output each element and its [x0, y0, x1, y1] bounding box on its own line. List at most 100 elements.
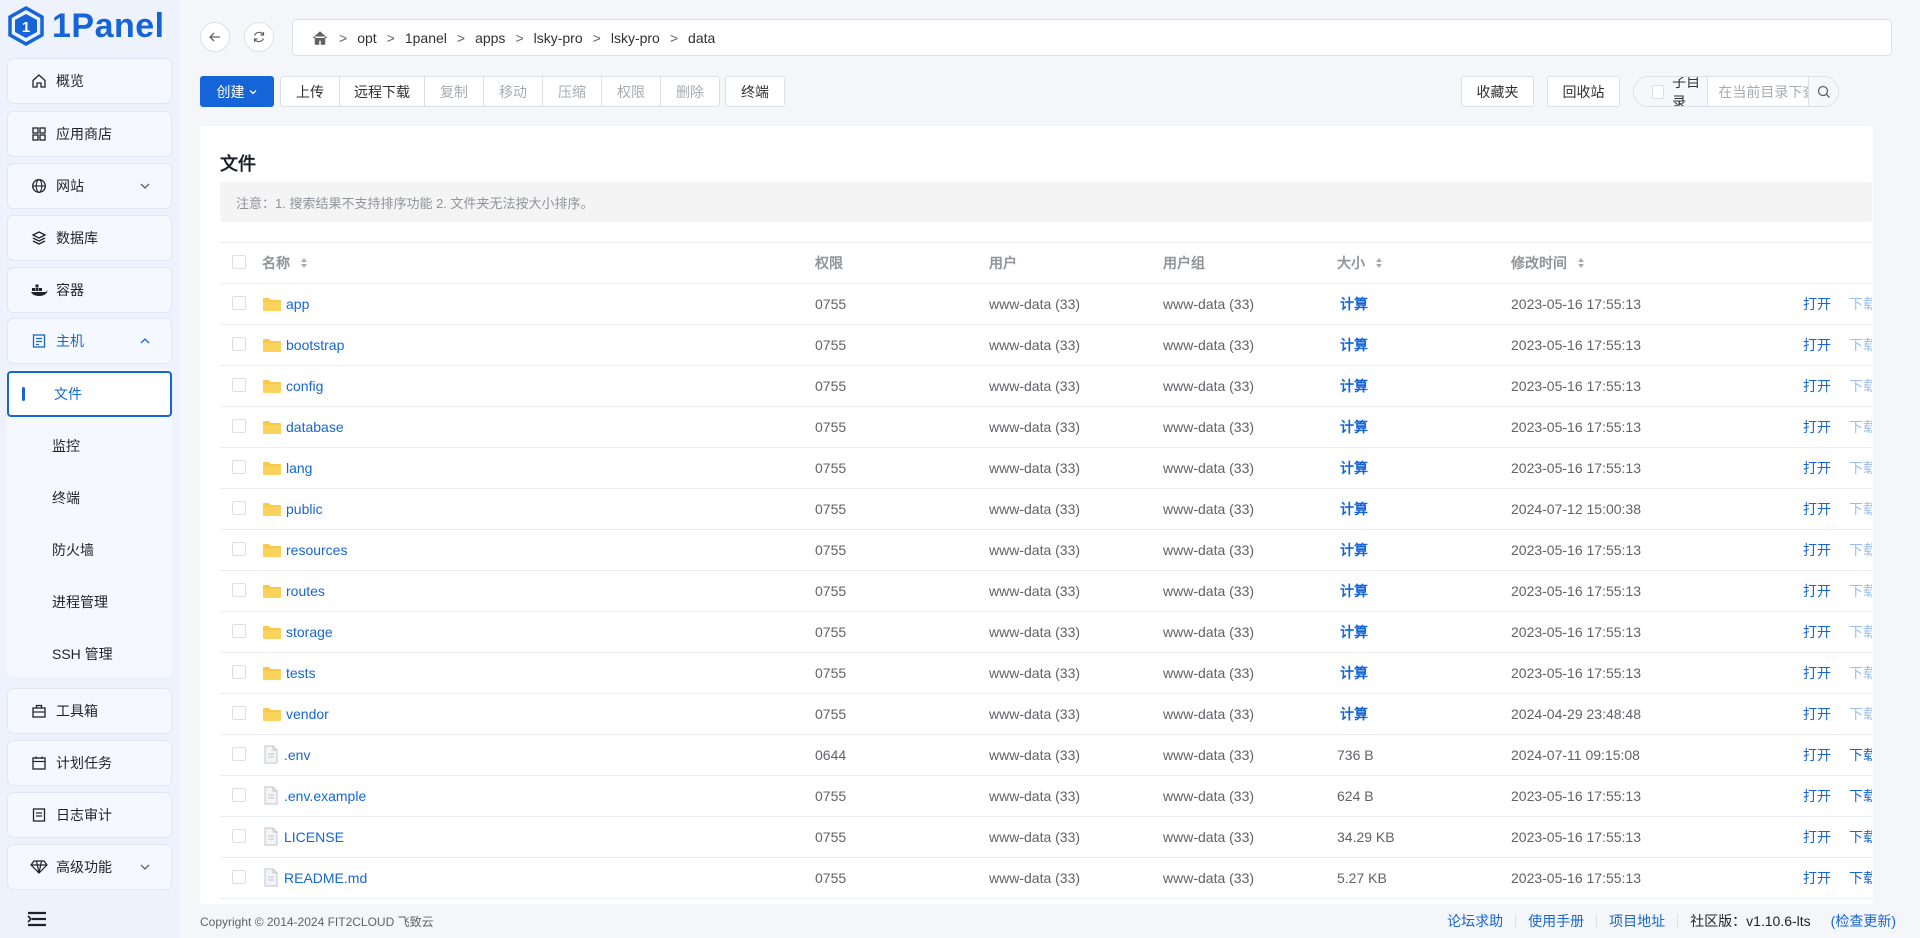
file-user[interactable]: www-data (33) [981, 283, 1155, 325]
file-group[interactable]: www-data (33) [1155, 775, 1329, 817]
table-row[interactable]: public 0755 www-data (33) www-data (33) 计算 20… [220, 488, 1872, 530]
app-logo[interactable]: 1 1Panel [6, 4, 165, 48]
download-action[interactable]: 下载 [1849, 335, 1872, 355]
file-user[interactable]: www-data (33) [981, 652, 1155, 694]
table-row[interactable]: routes 0755 www-data (33) www-data (33) 计算 20… [220, 570, 1872, 612]
search-input[interactable] [1708, 77, 1809, 106]
sidebar-subitem-process[interactable]: 进程管理 [7, 579, 172, 625]
file-user[interactable]: www-data (33) [981, 857, 1155, 899]
calculate-size-link[interactable]: 计算 [1340, 542, 1368, 558]
calculate-size-link[interactable]: 计算 [1340, 337, 1368, 353]
sidebar-item-appstore[interactable]: 应用商店 [7, 111, 172, 157]
download-action[interactable]: 下载 [1849, 581, 1872, 601]
download-action[interactable]: 下载 [1849, 827, 1872, 847]
file-name-link[interactable]: README.md [262, 868, 807, 888]
download-action[interactable]: 下载 [1849, 499, 1872, 519]
row-checkbox[interactable] [232, 459, 246, 474]
file-name-link[interactable]: config [262, 378, 807, 394]
row-checkbox[interactable] [232, 541, 246, 556]
open-action[interactable]: 打开 [1803, 499, 1831, 519]
download-action[interactable]: 下载 [1849, 704, 1872, 724]
table-row[interactable]: README.md 0755 www-data (33) www-data (33) 5… [220, 857, 1872, 899]
file-group[interactable]: www-data (33) [1155, 406, 1329, 448]
file-user[interactable]: www-data (33) [981, 447, 1155, 489]
open-action[interactable]: 打开 [1803, 622, 1831, 642]
file-name-link[interactable]: database [262, 419, 807, 435]
sidebar-item-overview[interactable]: 概览 [7, 58, 172, 104]
file-group[interactable]: www-data (33) [1155, 857, 1329, 899]
sidebar-item-website[interactable]: 网站 [7, 163, 172, 209]
file-perm[interactable]: 0755 [807, 529, 981, 571]
file-perm[interactable]: 0755 [807, 365, 981, 407]
file-name-link[interactable]: .env [262, 745, 807, 765]
row-checkbox[interactable] [232, 664, 246, 679]
file-user[interactable]: www-data (33) [981, 529, 1155, 571]
file-name-link[interactable]: app [262, 296, 807, 312]
sidebar-item-container[interactable]: 容器 [7, 267, 172, 313]
file-perm[interactable]: 0755 [807, 775, 981, 817]
file-name-link[interactable]: public [262, 501, 807, 517]
open-action[interactable]: 打开 [1803, 581, 1831, 601]
file-group[interactable]: www-data (33) [1155, 365, 1329, 407]
file-group[interactable]: www-data (33) [1155, 324, 1329, 366]
file-user[interactable]: www-data (33) [981, 693, 1155, 735]
file-perm[interactable]: 0755 [807, 570, 981, 612]
compress-button[interactable]: 压缩 [542, 76, 602, 107]
menu-collapse-icon[interactable] [26, 910, 48, 928]
column-header-name[interactable]: 名称 [262, 242, 807, 284]
file-user[interactable]: www-data (33) [981, 406, 1155, 448]
file-name-link[interactable]: .env.example [262, 786, 807, 806]
copy-button[interactable]: 复制 [424, 76, 484, 107]
file-perm[interactable]: 0755 [807, 816, 981, 858]
sidebar-item-database[interactable]: 数据库 [7, 215, 172, 261]
open-action[interactable]: 打开 [1803, 376, 1831, 396]
download-action[interactable]: 下载 [1849, 376, 1872, 396]
open-action[interactable]: 打开 [1803, 417, 1831, 437]
manual-link[interactable]: 使用手册 [1528, 911, 1584, 931]
row-checkbox[interactable] [232, 418, 246, 433]
download-action[interactable]: 下载 [1849, 622, 1872, 642]
row-checkbox[interactable] [232, 869, 246, 884]
table-row[interactable]: LICENSE 0755 www-data (33) www-data (33) 34.… [220, 816, 1872, 858]
calculate-size-link[interactable]: 计算 [1340, 460, 1368, 476]
row-checkbox[interactable] [232, 582, 246, 597]
file-group[interactable]: www-data (33) [1155, 570, 1329, 612]
file-user[interactable]: www-data (33) [981, 816, 1155, 858]
file-name-link[interactable]: tests [262, 665, 807, 681]
file-name-link[interactable]: storage [262, 624, 807, 640]
breadcrumb-item[interactable]: 1panel [405, 30, 447, 46]
table-row[interactable]: lang 0755 www-data (33) www-data (33) 计算 2023… [220, 447, 1872, 489]
open-action[interactable]: 打开 [1803, 704, 1831, 724]
file-name-link[interactable]: lang [262, 460, 807, 476]
sidebar-subitem-firewall[interactable]: 防火墙 [7, 527, 172, 573]
download-action[interactable]: 下载 [1849, 417, 1872, 437]
file-user[interactable]: www-data (33) [981, 365, 1155, 407]
table-row[interactable]: tests 0755 www-data (33) www-data (33) 计算 202… [220, 652, 1872, 694]
permission-button[interactable]: 权限 [601, 76, 661, 107]
row-checkbox[interactable] [232, 746, 246, 761]
sidebar-item-cron[interactable]: 计划任务 [7, 740, 172, 786]
file-name-link[interactable]: routes [262, 583, 807, 599]
table-row[interactable]: .env 0644 www-data (33) www-data (33) 736 B2… [220, 734, 1872, 776]
file-name-link[interactable]: vendor [262, 706, 807, 722]
calculate-size-link[interactable]: 计算 [1340, 419, 1368, 435]
file-user[interactable]: www-data (33) [981, 570, 1155, 612]
file-perm[interactable]: 0755 [807, 447, 981, 489]
open-action[interactable]: 打开 [1803, 868, 1831, 888]
file-group[interactable]: www-data (33) [1155, 611, 1329, 653]
open-action[interactable]: 打开 [1803, 663, 1831, 683]
row-checkbox[interactable] [232, 705, 246, 720]
table-row[interactable]: resources 0755 www-data (33) www-data (33) 计… [220, 529, 1872, 571]
file-user[interactable]: www-data (33) [981, 734, 1155, 776]
breadcrumb-item[interactable]: data [688, 30, 715, 46]
sidebar-subitem-terminal[interactable]: 终端 [7, 475, 172, 521]
open-action[interactable]: 打开 [1803, 458, 1831, 478]
home-icon[interactable] [311, 30, 329, 46]
file-user[interactable]: www-data (33) [981, 324, 1155, 366]
file-perm[interactable]: 0755 [807, 406, 981, 448]
sidebar-item-host[interactable]: 主机 [7, 318, 172, 364]
file-group[interactable]: www-data (33) [1155, 447, 1329, 489]
table-row[interactable]: bootstrap 0755 www-data (33) www-data (33) 计… [220, 324, 1872, 366]
file-perm[interactable]: 0755 [807, 652, 981, 694]
calculate-size-link[interactable]: 计算 [1340, 624, 1368, 640]
